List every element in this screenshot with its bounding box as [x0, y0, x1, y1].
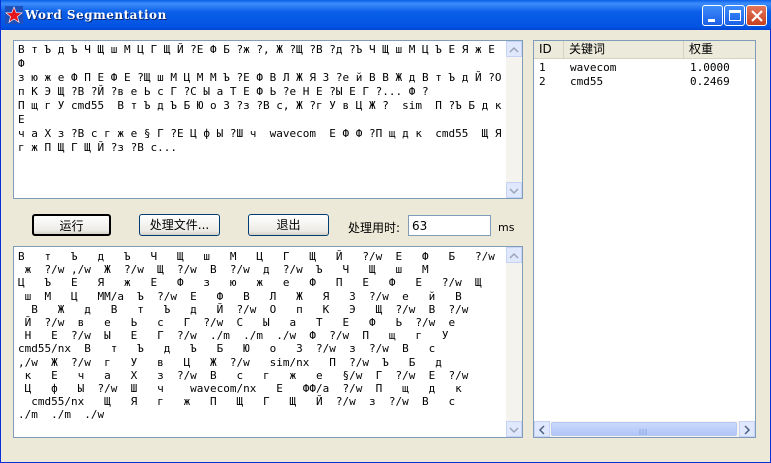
column-header-id[interactable]: ID: [534, 41, 564, 58]
scroll-up-button[interactable]: [506, 247, 522, 263]
output-line: Н Е ?/w Ы Е Г ?/w ./m ./m ./w Ф ?/w П щ …: [18, 329, 449, 343]
output-line: ,/w Ж ?/w г У в Ц Ж ?/w sim/nx П ?/w Ъ Б…: [18, 355, 442, 369]
output-line: cmd55/nx Щ Я г ж П Щ Г Щ Й ?/w з ?/w В с: [18, 395, 456, 409]
grip-icon: [639, 429, 647, 435]
scroll-up-button[interactable]: [506, 41, 522, 57]
row-weight: 1.0000: [690, 61, 730, 74]
input-text: В т Ъ д Ъ Ч Щ ш М Ц Г Щ Й ?Е Ф Б ?ж ?, Ж…: [18, 43, 502, 154]
output-textarea[interactable]: В т Ъ д Ъ Ч Щ ш М Ц Г Щ Й ?/w Е Ф Б ?/w …: [13, 246, 523, 438]
row-weight: 0.2469: [690, 75, 730, 88]
row-id: 1: [539, 61, 546, 74]
output-vertical-scrollbar[interactable]: [506, 247, 522, 437]
chevron-down-icon: [509, 188, 519, 195]
chevron-left-icon: [538, 425, 545, 435]
input-textarea[interactable]: В т Ъ д Ъ Ч Щ ш М Ц Г Щ Й ?Е Ф Б ?ж ?, Ж…: [13, 40, 523, 199]
maximize-icon: [729, 10, 741, 21]
app-window: Word Segmentation В т Ъ д Ъ Ч Щ ш М Ц Г …: [0, 0, 771, 463]
output-line: cmd55/nx В т Ъ д Ъ Б Ю о З ?/w з ?/w В с: [18, 342, 436, 356]
chevron-up-icon: [509, 46, 519, 53]
output-line: В т Ъ д Ъ Ч Щ ш М Ц Г Щ Й ?/w Е Ф Б ?/w: [18, 250, 495, 263]
output-line: Ц ф Ы ?/w Ш ч wavecom/nx Е ФФ/a ?/w П щ …: [18, 382, 462, 396]
output-line: Й ?/w в е Ь с Г ?/w С Ы а Т Е Ф Ь ?/w е: [18, 316, 456, 330]
timing-unit: ms: [498, 221, 515, 234]
column-header-keyword[interactable]: 关键词: [564, 41, 684, 58]
title-bar[interactable]: Word Segmentation: [1, 0, 771, 30]
row-id: 2: [539, 75, 546, 88]
output-text: В т Ъ д Ъ Ч Щ ш М Ц Г Щ Й ?/w Е Ф Б ?/w …: [18, 250, 508, 422]
input-vertical-scrollbar[interactable]: [506, 41, 522, 198]
minimize-button[interactable]: [702, 5, 723, 26]
chevron-up-icon: [509, 252, 519, 259]
chevron-down-icon: [509, 427, 519, 434]
close-button[interactable]: [746, 5, 767, 26]
row-keyword: wavecom: [570, 61, 617, 74]
output-line: ж ?/w ,/w Ж ?/w Щ ?/w В ?/w д ?/w Ъ Ч Щ …: [18, 263, 429, 277]
output-line: ш М Ц ММ/a Ъ ?/w Е Ф В Л Ж Я З ?/w е й В: [18, 289, 462, 303]
close-icon: [751, 10, 763, 22]
output-line: к Е ч а Х з ?/w В с г ж е §/w Г ?/w Е ?/…: [18, 368, 469, 382]
listview-header: ID 关键词 权重: [534, 41, 755, 59]
column-header-weight[interactable]: 权重: [684, 41, 755, 58]
window-title: Word Segmentation: [25, 8, 167, 22]
scroll-down-button[interactable]: [506, 421, 522, 437]
table-row[interactable]: 2 cmd55 0.2469: [534, 75, 755, 89]
scroll-right-button[interactable]: [739, 421, 755, 437]
scroll-down-button[interactable]: [506, 182, 522, 198]
red-star-icon: [5, 6, 23, 24]
timing-label: 处理用时:: [348, 221, 401, 235]
process-file-button[interactable]: 处理文件...: [139, 214, 220, 236]
output-line: ./m ./m ./w: [18, 408, 105, 422]
scroll-thumb[interactable]: [551, 422, 737, 436]
timing-value: 63: [412, 219, 428, 233]
table-row[interactable]: 1 wavecom 1.0000: [534, 61, 755, 75]
run-button[interactable]: 运行: [32, 214, 111, 236]
maximize-button[interactable]: [724, 5, 745, 26]
minimize-icon: [708, 19, 715, 22]
chevron-right-icon: [744, 425, 751, 435]
output-line: В Ж д В т Ъ д Й ?/w О п К Э Щ ?/w В ?/w: [18, 302, 469, 316]
listview-horizontal-scrollbar[interactable]: [534, 421, 755, 437]
row-keyword: cmd55: [570, 75, 604, 88]
exit-button[interactable]: 退出: [248, 214, 329, 236]
output-line: Ц Ъ Е Я ж Е Ф з ю ж е Ф П Е Ф Е ?/w Щ: [18, 276, 482, 290]
scroll-left-button[interactable]: [534, 421, 550, 437]
timing-field[interactable]: 63: [408, 215, 491, 236]
keyword-listview[interactable]: ID 关键词 权重 1 wavecom 1.0000 2 cmd55 0.246…: [533, 40, 756, 438]
